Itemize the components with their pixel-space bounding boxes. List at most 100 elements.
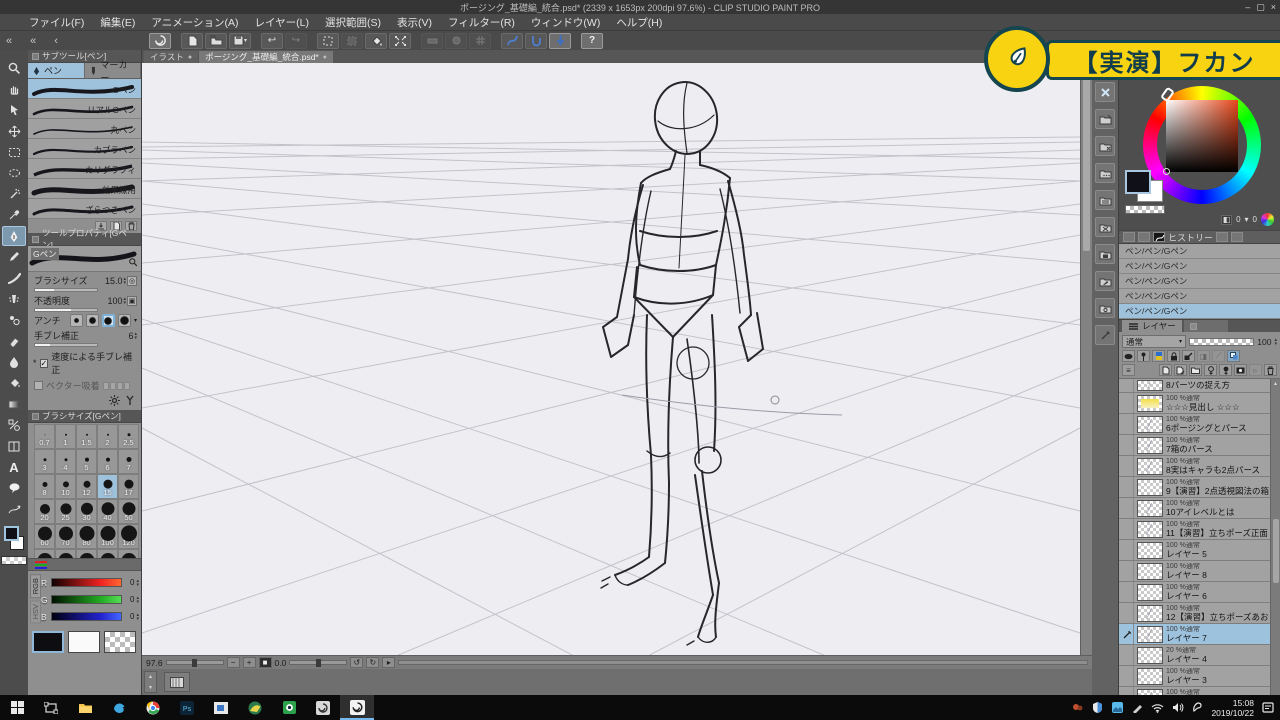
spinner-icon[interactable]: ▴▾ bbox=[136, 613, 139, 621]
active-panel-icon[interactable] bbox=[1153, 232, 1165, 242]
collapse-dock-icon[interactable]: « bbox=[6, 35, 12, 47]
brush-item-rough-pen[interactable]: ざらつきペン bbox=[28, 199, 141, 219]
size-cell[interactable]: 2.5 bbox=[118, 424, 139, 449]
magnifier-icon[interactable] bbox=[128, 257, 138, 269]
command-image-icon[interactable] bbox=[1095, 244, 1115, 264]
vector-snap-slider[interactable] bbox=[103, 382, 130, 390]
zoom-out-button[interactable]: − bbox=[227, 657, 240, 668]
size-cell[interactable]: 6 bbox=[97, 449, 118, 474]
layer-visibility-cell[interactable] bbox=[1121, 561, 1134, 581]
layer-row[interactable]: 100 %通常レイヤー 8 bbox=[1119, 561, 1280, 582]
zoom-tool[interactable] bbox=[2, 58, 26, 78]
stabilization-slider[interactable] bbox=[34, 343, 98, 347]
redo-button[interactable]: ↪ bbox=[285, 33, 307, 49]
size-cell[interactable]: 20 bbox=[34, 499, 55, 524]
collapse-dock-icon[interactable]: « bbox=[30, 35, 36, 47]
collapse-dock-icon[interactable]: ‹ bbox=[54, 35, 58, 47]
transform-button[interactable] bbox=[389, 33, 411, 49]
merge-down-icon[interactable] bbox=[1219, 364, 1232, 376]
layer-thumbnail[interactable] bbox=[1137, 458, 1163, 475]
speed-stabilization-checkbox[interactable]: ✓ bbox=[40, 359, 49, 368]
text-tool[interactable]: A bbox=[2, 457, 26, 477]
save-button[interactable]: ▾ bbox=[229, 33, 251, 49]
panel-menu-icon[interactable] bbox=[32, 413, 39, 420]
layer-visibility-cell[interactable] bbox=[1121, 435, 1134, 455]
chevron-down-icon[interactable]: ▾ bbox=[134, 317, 137, 324]
panel-menu-icon[interactable] bbox=[32, 53, 39, 60]
new-layer-icon[interactable] bbox=[1159, 364, 1172, 376]
layer-thumbnail[interactable] bbox=[1137, 521, 1163, 538]
command-folder-out-icon[interactable] bbox=[1095, 109, 1115, 129]
history-entry[interactable]: ペン/ペン/Gペン bbox=[1119, 289, 1280, 304]
green-slider[interactable] bbox=[51, 595, 122, 604]
rotate-right-button[interactable]: ↻ bbox=[366, 657, 379, 668]
layer-visibility-cell[interactable] bbox=[1121, 519, 1134, 539]
command-list-icon[interactable] bbox=[1095, 190, 1115, 210]
size-cell[interactable]: 60 bbox=[34, 524, 55, 549]
size-cell[interactable]: 12 bbox=[76, 474, 97, 499]
delete-layer-icon[interactable] bbox=[1264, 364, 1277, 376]
panel-menu-icon[interactable] bbox=[32, 236, 39, 243]
size-cell[interactable]: 7 bbox=[118, 449, 139, 474]
eyedropper-tool[interactable] bbox=[2, 205, 26, 225]
mask-icon[interactable]: ◨ bbox=[1197, 350, 1210, 362]
size-cell[interactable]: 100 bbox=[97, 524, 118, 549]
ruler-icon[interactable]: ⟋ bbox=[1212, 350, 1225, 362]
aa-weak-button[interactable] bbox=[86, 314, 99, 327]
brush-size-slider[interactable] bbox=[34, 288, 98, 292]
size-cell[interactable]: 70 bbox=[55, 524, 76, 549]
action-center-icon[interactable] bbox=[1261, 701, 1274, 714]
blend-mode-dropdown[interactable]: 通常▾ bbox=[1122, 335, 1186, 348]
layer-visibility-cell[interactable] bbox=[1121, 582, 1134, 602]
taskbar-clock[interactable]: 15:08 2019/10/22 bbox=[1211, 698, 1254, 718]
layer-row[interactable]: 100 %通常6ポージングとパース bbox=[1119, 414, 1280, 435]
chrome-button[interactable] bbox=[136, 695, 170, 720]
lock-alpha-icon[interactable] bbox=[1182, 350, 1195, 362]
move-layer-tool[interactable] bbox=[2, 121, 26, 141]
brush-size-panel-header[interactable]: ブラシサイズ[Gペン] bbox=[28, 410, 141, 423]
layer-visibility-cell[interactable] bbox=[1121, 379, 1134, 392]
airbrush-tool[interactable] bbox=[2, 289, 26, 309]
layer-thumbnail[interactable] bbox=[1137, 668, 1163, 685]
tray-tablet-icon[interactable] bbox=[1191, 701, 1204, 714]
chevron-down-icon[interactable]: ▾ bbox=[1245, 215, 1249, 224]
balloon-tool[interactable] bbox=[2, 478, 26, 498]
layer-row[interactable]: 100 %通常9【演習】2点透視図法の箱 bbox=[1119, 477, 1280, 498]
layer-row[interactable]: 100 %通常☆☆☆見出し ☆☆☆ bbox=[1119, 393, 1280, 414]
fill-tool[interactable] bbox=[2, 373, 26, 393]
canvas[interactable] bbox=[142, 63, 1080, 655]
layer-thumbnail[interactable] bbox=[1137, 479, 1163, 496]
menu-window[interactable]: ウィンドウ(W) bbox=[524, 14, 607, 31]
scroll-arrows[interactable]: ▴▾ bbox=[144, 671, 157, 693]
layer-row[interactable]: 100 %通常12【演習】立ちポーズあおり bbox=[1119, 603, 1280, 624]
layer-row[interactable]: 100 %通常8実はキャラも2点パース bbox=[1119, 456, 1280, 477]
layer-thumbnail[interactable] bbox=[1137, 500, 1163, 517]
brush-item-calligraphy[interactable]: カリグラフィ bbox=[28, 159, 141, 179]
brush-item-maru-pen[interactable]: 丸ペン bbox=[28, 119, 141, 139]
layer-thumbnail[interactable] bbox=[1137, 542, 1163, 559]
command-transform-icon[interactable] bbox=[1095, 217, 1115, 237]
main-color-swatches[interactable] bbox=[2, 526, 26, 552]
zoom-in-button[interactable]: + bbox=[243, 657, 256, 668]
clip-studio-logo-button[interactable] bbox=[149, 33, 171, 49]
figure-tool[interactable] bbox=[2, 415, 26, 435]
size-cell[interactable]: 5 bbox=[76, 449, 97, 474]
layer-row[interactable]: 100 %通常レイヤー 3 bbox=[1119, 666, 1280, 687]
document-tab-posing[interactable]: ポージング_基礎編_統合.psd*● bbox=[199, 51, 333, 63]
wifi-icon[interactable] bbox=[1151, 701, 1164, 714]
frame-border-tool[interactable] bbox=[2, 436, 26, 456]
close-tab-icon[interactable]: ● bbox=[188, 54, 192, 61]
size-cell[interactable]: 1 bbox=[55, 424, 76, 449]
size-cell[interactable]: 0.7 bbox=[34, 424, 55, 449]
command-folder-move-icon[interactable] bbox=[1095, 136, 1115, 156]
tool-property-header[interactable]: ツールプロパティ[Gペン] bbox=[28, 233, 141, 246]
selection-tool[interactable] bbox=[2, 142, 26, 162]
clip-studio-button[interactable] bbox=[306, 695, 340, 720]
red-slider[interactable] bbox=[51, 578, 122, 587]
rotation-slider[interactable] bbox=[289, 660, 347, 665]
menu-filter[interactable]: フィルター(R) bbox=[441, 14, 522, 31]
palette-lines-icon[interactable]: ≡ bbox=[1122, 364, 1135, 376]
document-tab-illust[interactable]: イラスト● bbox=[144, 51, 198, 63]
pressure-size-button[interactable]: ◎ bbox=[127, 276, 137, 286]
aa-none-button[interactable] bbox=[70, 314, 83, 327]
